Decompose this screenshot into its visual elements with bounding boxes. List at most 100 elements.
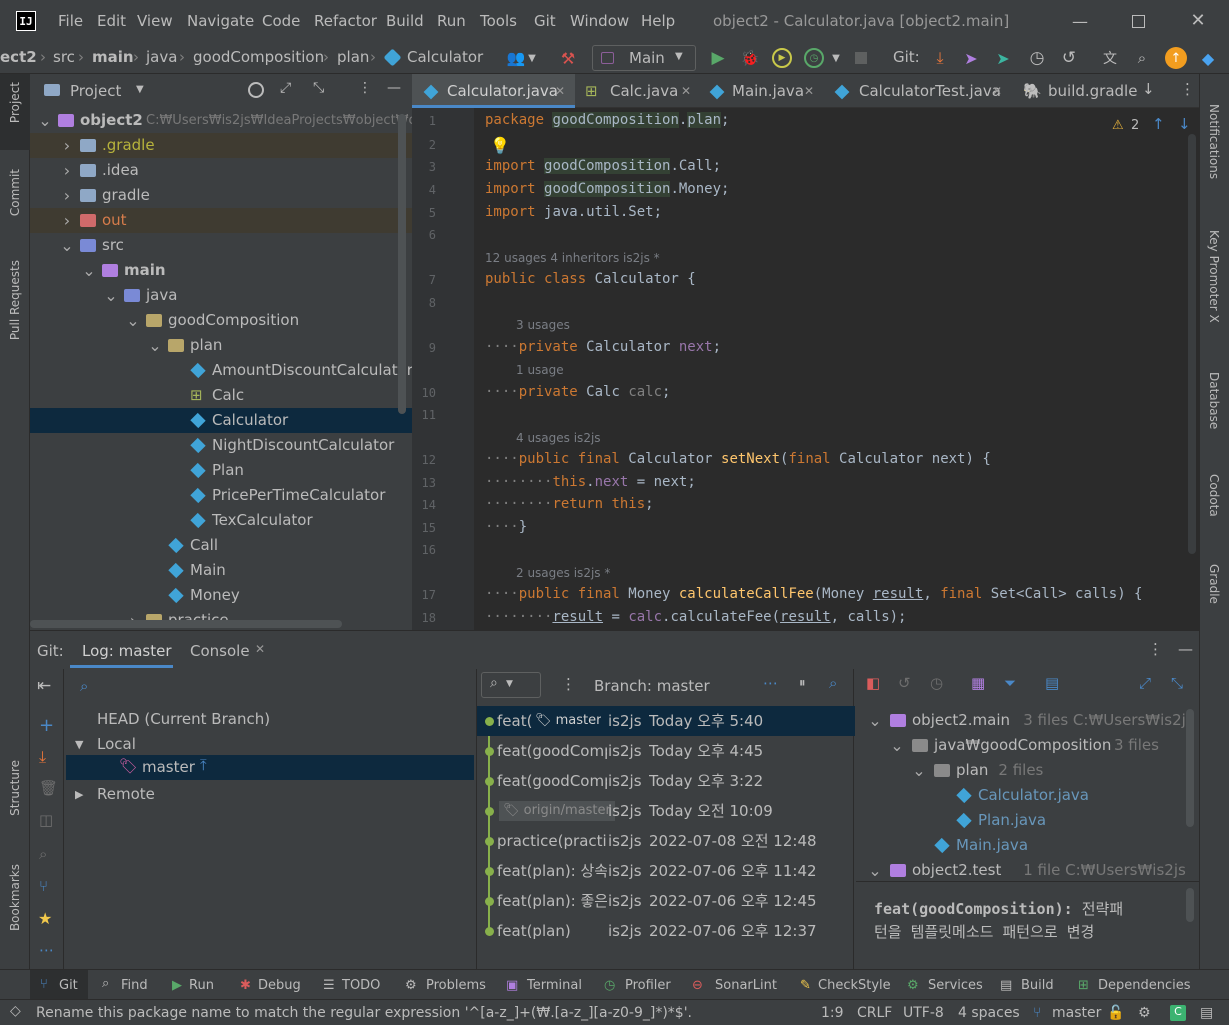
history-icon[interactable]: ◷ bbox=[930, 674, 943, 692]
commit-row[interactable]: practice(practiceis2js 2022-07-08 오전 12:4… bbox=[477, 826, 855, 856]
tool-dependencies[interactable]: Dependencies bbox=[1098, 978, 1191, 993]
target-icon[interactable] bbox=[248, 82, 264, 98]
breadcrumb-plan[interactable]: plan bbox=[337, 48, 369, 66]
chevron-down-icon[interactable]: ⌄ bbox=[868, 858, 882, 881]
tool-git[interactable]: ⑂ Git bbox=[30, 970, 88, 1000]
chevron-down-icon[interactable]: ▼ bbox=[136, 84, 144, 95]
branch-icon[interactable]: ⑂ bbox=[39, 877, 48, 895]
menu-window[interactable]: Window bbox=[570, 12, 629, 30]
compare-icon[interactable]: ◫ bbox=[39, 811, 53, 829]
project-scrollbar[interactable] bbox=[398, 114, 406, 414]
lightbulb-icon[interactable]: 💡 bbox=[490, 136, 510, 155]
tab-console[interactable]: Console bbox=[190, 642, 250, 660]
chevron-down-icon[interactable]: ⌄ bbox=[148, 333, 162, 358]
menu-help[interactable]: Help bbox=[641, 12, 675, 30]
delete-icon[interactable]: 🗑 bbox=[39, 779, 58, 797]
user-icon[interactable]: 👥 bbox=[505, 48, 527, 68]
close-icon[interactable]: ✕ bbox=[681, 74, 691, 108]
new-branch-icon[interactable]: + bbox=[39, 715, 54, 736]
tree-node[interactable]: Money bbox=[30, 583, 412, 608]
chevron-down-icon[interactable]: ⌄ bbox=[126, 308, 140, 333]
history-icon[interactable]: ◷ bbox=[1026, 47, 1048, 69]
update-project-icon[interactable]: ⤓ bbox=[930, 47, 950, 69]
breadcrumb-package[interactable]: goodComposition bbox=[193, 48, 324, 66]
chevron-down-icon[interactable]: ⌄ bbox=[868, 708, 882, 733]
menu-navigate[interactable]: Navigate bbox=[187, 12, 254, 30]
code-vision-hint[interactable]: 4 usages is2js bbox=[516, 431, 601, 445]
layout-icon[interactable]: ▤ bbox=[1045, 674, 1059, 692]
code-vision-hint[interactable]: 2 usages is2js * bbox=[516, 566, 610, 580]
breadcrumb-main[interactable]: main bbox=[92, 48, 134, 66]
tree-node[interactable]: Calculator bbox=[30, 408, 412, 433]
next-highlight-icon[interactable]: ↓ bbox=[1178, 115, 1191, 133]
editor-scrollbar[interactable] bbox=[1188, 134, 1196, 554]
branch-filter[interactable]: Branch: master bbox=[594, 677, 710, 695]
tree-node[interactable]: ⌄ plan bbox=[30, 333, 412, 358]
pause-icon[interactable]: ⏸ bbox=[799, 676, 806, 691]
toggle-tool-windows-icon[interactable]: ◇ bbox=[10, 1003, 21, 1019]
close-icon[interactable]: ✕ bbox=[555, 74, 565, 108]
diff-icon[interactable]: ◧ bbox=[866, 674, 880, 692]
close-icon[interactable]: ✕ bbox=[255, 642, 265, 656]
menu-git[interactable]: Git bbox=[534, 12, 556, 30]
menu-run[interactable]: Run bbox=[437, 12, 466, 30]
tree-node[interactable]: › gradle bbox=[30, 183, 412, 208]
chevron-right-icon[interactable]: › bbox=[60, 208, 74, 233]
tab-main-java[interactable]: Main.java ✕ bbox=[698, 74, 823, 108]
changed-node[interactable]: ⌄ object2.test 1 file C:₩Users₩is2js₩IdeaP… bbox=[856, 858, 1186, 881]
log-search-input[interactable]: ⌕ ▼ bbox=[481, 672, 541, 698]
stop-icon[interactable] bbox=[853, 50, 869, 66]
hide-icon[interactable]: — bbox=[387, 80, 401, 96]
translate-icon[interactable]: 文 bbox=[1099, 47, 1121, 69]
tree-node[interactable]: Main bbox=[30, 558, 412, 583]
branch-head[interactable]: HEAD (Current Branch) bbox=[97, 710, 270, 728]
line-separator[interactable]: CRLF bbox=[857, 1005, 892, 1021]
branch-local[interactable]: Local bbox=[97, 735, 136, 753]
indent-setting[interactable]: 4 spaces bbox=[958, 1005, 1020, 1021]
changed-node[interactable]: ⌄ java₩goodComposition 3 files bbox=[856, 733, 1186, 758]
tree-node[interactable]: Plan bbox=[30, 458, 412, 483]
chevron-down-icon[interactable]: ⌄ bbox=[104, 283, 118, 308]
chevron-down-icon[interactable]: ⌄ bbox=[38, 108, 52, 133]
options-icon[interactable]: ⋮ bbox=[358, 80, 372, 96]
commit-row[interactable]: feat(plan): 상속 is2js 2022-07-06 오후 11:42 bbox=[477, 856, 855, 886]
project-hscrollbar[interactable] bbox=[30, 620, 342, 628]
commit-row[interactable]: feat(🏷 master is2js Today 오후 5:40 bbox=[477, 706, 855, 736]
breadcrumb-src[interactable]: src bbox=[53, 48, 75, 66]
commit-tool-label[interactable]: Commit bbox=[8, 169, 22, 216]
tab-calculatortest-java[interactable]: CalculatorTest.java ✕ bbox=[823, 74, 1013, 108]
tree-node[interactable]: › .gradle bbox=[30, 133, 412, 158]
tree-node[interactable]: ⌄ main bbox=[30, 258, 412, 283]
breadcrumb-java[interactable]: java bbox=[146, 48, 177, 66]
update-icon[interactable]: ⤓ bbox=[39, 747, 46, 767]
hammer-icon[interactable]: ⚒ bbox=[557, 48, 579, 68]
filter-icon[interactable]: ⏷ bbox=[1004, 674, 1016, 692]
debug-icon[interactable]: 🐞 bbox=[739, 47, 761, 69]
search-icon[interactable]: ⌕ bbox=[39, 845, 47, 863]
tool-sonarlint[interactable]: SonarLint bbox=[715, 978, 777, 993]
commit-row[interactable]: feat(plan) is2js 2022-07-06 오후 12:37 bbox=[477, 916, 855, 946]
project-panel-title[interactable]: Project bbox=[70, 82, 121, 100]
tree-node[interactable]: ⌄ object2 C:₩Users₩is2js₩IdeaProjects₩obje… bbox=[30, 108, 412, 133]
maximize-icon[interactable] bbox=[1126, 10, 1150, 32]
search-icon[interactable]: ⌕ bbox=[80, 677, 88, 695]
expand-all-icon[interactable]: ⤢ bbox=[280, 80, 291, 96]
options-icon[interactable]: ⋮ bbox=[1180, 80, 1195, 98]
tab-log-master[interactable]: Log: master bbox=[82, 642, 172, 660]
options-icon[interactable]: ⋮ bbox=[561, 675, 576, 693]
tree-node[interactable]: AmountDiscountCalculator bbox=[30, 358, 412, 383]
tool-run[interactable]: Run bbox=[189, 978, 214, 993]
tab-calc-java[interactable]: ⊞ Calc.java ✕ bbox=[575, 74, 698, 108]
menu-edit[interactable]: Edit bbox=[97, 12, 126, 30]
tree-node[interactable]: Call bbox=[30, 533, 412, 558]
codota-tool-label[interactable]: Codota bbox=[1207, 474, 1221, 517]
tree-node[interactable]: ⊞ Calc bbox=[30, 383, 412, 408]
revert-icon[interactable]: ↺ bbox=[898, 674, 911, 692]
bookmarks-tool-label[interactable]: Bookmarks bbox=[8, 864, 22, 931]
tree-node[interactable]: › .idea bbox=[30, 158, 412, 183]
close-icon[interactable]: ✕ bbox=[1186, 8, 1210, 32]
chevron-down-icon[interactable]: ▼ bbox=[526, 50, 538, 66]
database-tool-label[interactable]: Database bbox=[1207, 372, 1221, 429]
close-icon[interactable]: ✕ bbox=[804, 74, 814, 108]
tool-todo[interactable]: TODO bbox=[342, 978, 380, 993]
